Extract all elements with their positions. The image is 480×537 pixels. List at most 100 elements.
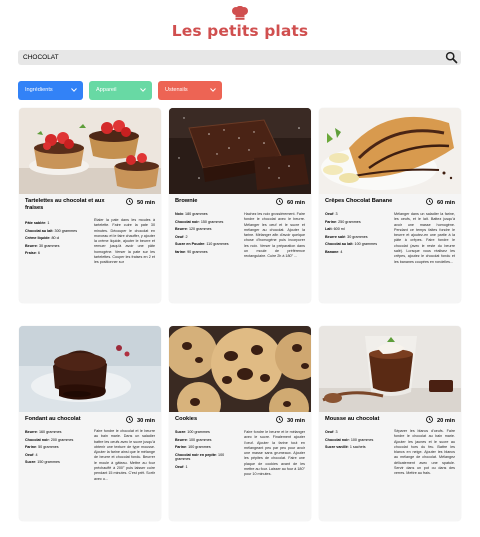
ingredient-item: Chocolat noir en pepite: 100 grammes: [175, 453, 237, 462]
appliance-filter-label: Appareil: [96, 87, 117, 93]
ingredient-quantity: : 110 grammes: [204, 242, 229, 247]
ingredient-item: Fraise: 6: [25, 251, 87, 255]
recipe-time: 60 min: [426, 198, 455, 207]
recipe-title: Cookies: [175, 416, 198, 422]
ingredient-name: Farine: [325, 219, 337, 224]
ingredient-list: Beurre: 160 grammes Chocolat noir: 200 g…: [25, 430, 87, 468]
search-input[interactable]: [21, 50, 431, 65]
ingredient-name: Chocolat au lait: [325, 242, 353, 247]
recipe-title: Mousse au chocolat: [325, 416, 380, 422]
recipe-title: Tartelettes au chocolat et aux fraises: [25, 198, 105, 211]
recipe-card[interactable]: Mousse au chocolat 20 min Oeuf: 3 Chocol…: [319, 326, 461, 521]
recipe-time: 30 min: [126, 416, 155, 425]
recipe-card[interactable]: Fondant au chocolat 30 min Beurre: 160 g…: [19, 326, 161, 521]
recipe-photo: [319, 326, 461, 412]
ingredient-quantity: : 30 grammes: [36, 243, 60, 248]
recipe-photo: [19, 108, 161, 194]
ingredient-item: farine: 90 grammes: [175, 250, 237, 254]
recipe-time-value: 30 min: [136, 418, 155, 424]
ingredient-item: Farine: 100 grammes: [175, 445, 237, 449]
recipe-description: Étaler la pate dans les moules à tartele…: [94, 218, 155, 265]
clock-icon: [276, 198, 283, 205]
ingredient-name: Chocolat noir: [325, 437, 349, 442]
ingredient-list: Pâte sablée: 1 Chocolat au lait: 300 gra…: [25, 221, 87, 259]
ingredient-name: Farine: [175, 445, 187, 450]
ingredient-item: Sucre vanillé: 1 sachets: [325, 445, 387, 449]
ingredient-list: Oeuf: 3 Farine: 250 grammes Lait: 600 ml…: [325, 212, 387, 258]
recipe-title: Brownie: [175, 198, 198, 204]
ingredient-name: Sucre vanillé: [325, 445, 348, 450]
ingredient-name: Beurre: [25, 243, 37, 248]
ingredient-name: Chocolat noir: [175, 219, 199, 224]
recipe-time-value: 60 min: [286, 200, 305, 206]
ingredient-name: Sucre: [175, 430, 186, 434]
ingredient-item: Chocolat au lait: 100 grammes: [325, 242, 387, 246]
ingredient-item: Noix: 180 grammes: [175, 212, 237, 216]
ingredients-filter-label: Ingrédients: [25, 87, 53, 93]
ingredient-item: Beurre salé: 30 grammes: [325, 235, 387, 239]
recipe-time-value: 20 min: [436, 418, 455, 424]
ingredient-quantity: : 100 grammes: [186, 445, 211, 450]
recipe-time-value: 60 min: [436, 200, 455, 206]
recipe-card[interactable]: Cookies 30 min Sucre: 100 grammes Beurre…: [169, 326, 311, 521]
recipe-time: 30 min: [276, 416, 305, 425]
recipe-time-value: 50 min: [136, 200, 155, 206]
ingredient-quantity: : 1 sachets: [347, 445, 366, 450]
ingredient-name: Noix: [175, 212, 183, 216]
recipe-card[interactable]: Brownie 60 min Noix: 180 grammes Chocola…: [169, 108, 311, 303]
ingredient-name: Fraise: [25, 251, 36, 256]
ingredient-quantity: : 50 grammes: [36, 445, 59, 450]
ingredient-quantity: : 100 grammes: [348, 437, 374, 442]
ingredient-quantity: : 3: [333, 430, 338, 434]
appliance-filter-button[interactable]: Appareil: [89, 81, 152, 100]
ingredient-item: Sucre: 100 grammes: [175, 430, 237, 434]
ingredient-quantity: : 2: [183, 234, 188, 239]
ingredients-filter-button[interactable]: Ingrédients: [18, 81, 83, 100]
ingredient-quantity: : 150 grammes: [198, 219, 224, 224]
recipe-description: Hachez les noix grossièrement. Faire fon…: [244, 212, 305, 259]
site-header: Les petits plats: [0, 6, 480, 40]
ingredient-name: Sucre en Poudre: [175, 242, 205, 247]
ingredient-item: Chocolat au lait: 300 grammes: [25, 229, 87, 233]
ingredient-quantity: : 6: [35, 251, 40, 256]
ingredient-list: Noix: 180 grammes Chocolat noir: 150 gra…: [175, 212, 237, 258]
ingredient-quantity: : 300 grammes: [52, 228, 78, 233]
ingredient-item: Oeuf: 1: [175, 465, 237, 469]
recipe-photo: [169, 108, 311, 194]
ingredient-item: Beurre: 100 grammes: [175, 438, 237, 442]
recipe-photo: [169, 326, 311, 412]
ingredient-item: Banane: 4: [325, 250, 387, 254]
recipe-time: 60 min: [276, 198, 305, 207]
recipe-description: Faire fondre le chocolat et le beurre au…: [94, 429, 155, 481]
recipe-card[interactable]: Crêpes Chocolat Banane 60 min Oeuf: 3 Fa…: [319, 108, 461, 303]
recipe-description: Mélanger dans un saladier la farine, les…: [394, 212, 455, 264]
ingredient-name: farine: [175, 249, 186, 254]
ingredient-item: Oeuf: 3: [325, 212, 387, 216]
ingredient-quantity: : 150 grammes: [35, 460, 60, 465]
ingredient-item: Crème liquide: 80 cl: [25, 236, 87, 240]
utensils-filter-button[interactable]: Ustensils: [158, 81, 222, 100]
ingredient-name: Chocolat au lait: [25, 228, 53, 233]
clock-icon: [426, 198, 433, 205]
ingredient-quantity: : 80 cl: [49, 236, 60, 241]
ingredient-item: Chocolat noir: 200 grammes: [25, 438, 87, 442]
ingredient-name: Crème liquide: [25, 236, 50, 241]
search-icon[interactable]: [445, 51, 458, 64]
ingredient-item: Beurre: 160 grammes: [25, 430, 87, 434]
ingredient-name: Farine: [25, 445, 37, 450]
ingredient-name: Sucre: [25, 460, 36, 465]
ingredient-quantity: : 3: [333, 212, 338, 216]
ingredient-item: Lait: 600 ml: [325, 227, 387, 231]
ingredient-item: Beurre: 120 grammes: [175, 227, 237, 231]
ingredient-item: Oeuf: 2: [175, 235, 237, 239]
chevron-down-icon: [210, 88, 216, 92]
clock-icon: [126, 416, 133, 423]
ingredient-quantity: : 4: [338, 249, 343, 254]
ingredient-quantity: : 1: [183, 464, 188, 469]
ingredient-item: Sucre: 150 grammes: [25, 460, 87, 464]
chef-hat-icon: [232, 6, 248, 20]
ingredient-item: Beurre: 30 grammes: [25, 244, 87, 248]
ingredient-item: Chocolat noir: 100 grammes: [325, 438, 387, 442]
recipe-card[interactable]: Tartelettes au chocolat et aux fraises 5…: [19, 108, 161, 303]
ingredient-name: Beurre: [175, 437, 187, 442]
